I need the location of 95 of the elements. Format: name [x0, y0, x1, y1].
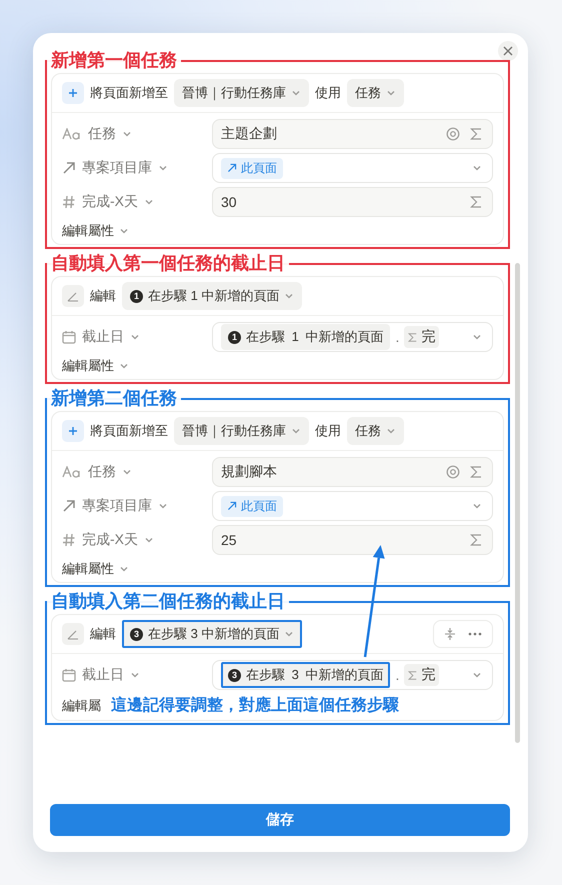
edit-properties-toggle[interactable]: 編輯屬 — [62, 696, 101, 714]
page-reference: 3 在步驟 3 中新增的頁面 — [221, 662, 390, 688]
property-label[interactable]: 完成-X天 — [62, 193, 212, 211]
template-dropdown[interactable]: 任務 — [347, 79, 404, 107]
chevron-icon — [144, 197, 154, 207]
chevron-icon — [284, 291, 294, 301]
formula-reference: 完 — [421, 328, 436, 346]
formula-reference: 完 — [421, 666, 436, 684]
chevron-icon — [472, 332, 482, 342]
text-icon — [62, 128, 82, 140]
scrollbar[interactable] — [515, 263, 520, 743]
chevron-icon — [472, 670, 482, 680]
edit-properties-toggle[interactable]: 編輯屬性 — [62, 560, 129, 578]
property-label[interactable]: 完成-X天 — [62, 531, 212, 549]
chevron-icon — [122, 467, 132, 477]
save-button[interactable]: 儲存 — [50, 804, 510, 836]
text-field[interactable]: 主題企劃 — [212, 119, 493, 149]
arrow-icon — [62, 161, 76, 175]
formula-icon[interactable] — [470, 195, 482, 209]
formula-icon[interactable] — [470, 127, 482, 141]
date-field[interactable]: 3 在步驟 3 中新增的頁面 . 完 — [212, 660, 493, 690]
text-icon — [62, 466, 82, 478]
more-icon[interactable] — [468, 632, 482, 636]
plus-icon — [68, 88, 78, 98]
chevron-icon — [472, 501, 482, 511]
property-label[interactable]: 專案項目庫 — [62, 497, 212, 515]
annotation-label: 新增第二個任務 — [47, 387, 181, 409]
pencil-icon — [67, 290, 79, 302]
separator: . — [395, 667, 400, 683]
chevron-icon — [472, 163, 482, 173]
property-label[interactable]: 截止日 — [62, 328, 212, 346]
chevron-icon — [119, 226, 129, 236]
number-field[interactable]: 30 — [212, 187, 493, 217]
formula-icon — [408, 332, 418, 342]
arrow-icon — [62, 499, 76, 513]
edit-properties-toggle[interactable]: 編輯屬性 — [62, 357, 129, 375]
formula-icon — [408, 670, 418, 680]
calendar-icon — [62, 668, 76, 682]
add-button[interactable] — [62, 82, 84, 104]
hash-icon — [62, 533, 76, 547]
chevron-icon — [386, 88, 396, 98]
plus-icon — [68, 426, 78, 436]
arrow-icon — [227, 163, 237, 173]
property-label[interactable]: 任務 — [62, 463, 212, 481]
page-reference: 1 在步驟 1 中新增的頁面 — [221, 324, 390, 350]
template-dropdown[interactable]: 任務 — [347, 417, 404, 445]
property-label[interactable]: 任務 — [62, 125, 212, 143]
edit-button[interactable] — [62, 623, 84, 645]
collapse-icon[interactable] — [444, 627, 456, 641]
action-label: 編輯 — [90, 625, 116, 643]
chevron-icon — [130, 332, 140, 342]
annotation-label: 自動填入第一個任務的截止日 — [47, 252, 289, 274]
chevron-icon — [386, 426, 396, 436]
edit-button[interactable] — [62, 285, 84, 307]
database-dropdown[interactable]: 晉博｜行動任務庫 — [174, 417, 309, 445]
chevron-icon — [158, 163, 168, 173]
close-button[interactable] — [498, 41, 518, 61]
chevron-icon — [291, 88, 301, 98]
chevron-icon — [158, 501, 168, 511]
mention-icon[interactable] — [446, 465, 460, 479]
chevron-icon — [122, 129, 132, 139]
calendar-icon — [62, 330, 76, 344]
connector-label: 使用 — [315, 84, 341, 102]
arrow-icon — [227, 501, 237, 511]
relation-tag: 此頁面 — [221, 496, 283, 516]
chevron-icon — [144, 535, 154, 545]
chevron-icon — [130, 670, 140, 680]
property-label[interactable]: 專案項目庫 — [62, 159, 212, 177]
add-button[interactable] — [62, 420, 84, 442]
hash-icon — [62, 195, 76, 209]
chevron-icon — [119, 361, 129, 371]
action-label: 將頁面新增至 — [90, 84, 168, 102]
page-dropdown[interactable]: 3 在步驟 3 中新增的頁面 — [122, 620, 302, 648]
database-dropdown[interactable]: 晉博｜行動任務庫 — [174, 79, 309, 107]
separator: . — [395, 329, 400, 345]
chevron-icon — [119, 564, 129, 574]
date-field[interactable]: 1 在步驟 1 中新增的頁面 . 完 — [212, 322, 493, 352]
formula-icon[interactable] — [470, 465, 482, 479]
close-icon — [503, 46, 513, 56]
action-label: 編輯 — [90, 287, 116, 305]
connector-label: 使用 — [315, 422, 341, 440]
edit-properties-toggle[interactable]: 編輯屬性 — [62, 222, 129, 240]
chevron-icon — [291, 426, 301, 436]
page-dropdown[interactable]: 1 在步驟 1 中新增的頁面 — [122, 282, 302, 310]
text-field[interactable]: 規劃腳本 — [212, 457, 493, 487]
number-field[interactable]: 25 — [212, 525, 493, 555]
mention-icon[interactable] — [446, 127, 460, 141]
relation-tag: 此頁面 — [221, 158, 283, 178]
annotation-label: 新增第一個任務 — [47, 49, 181, 71]
formula-icon[interactable] — [470, 533, 482, 547]
action-label: 將頁面新增至 — [90, 422, 168, 440]
property-label[interactable]: 截止日 — [62, 666, 212, 684]
pencil-icon — [67, 628, 79, 640]
annotation-label: 自動填入第二個任務的截止日 — [47, 590, 289, 612]
chevron-icon — [284, 629, 294, 639]
